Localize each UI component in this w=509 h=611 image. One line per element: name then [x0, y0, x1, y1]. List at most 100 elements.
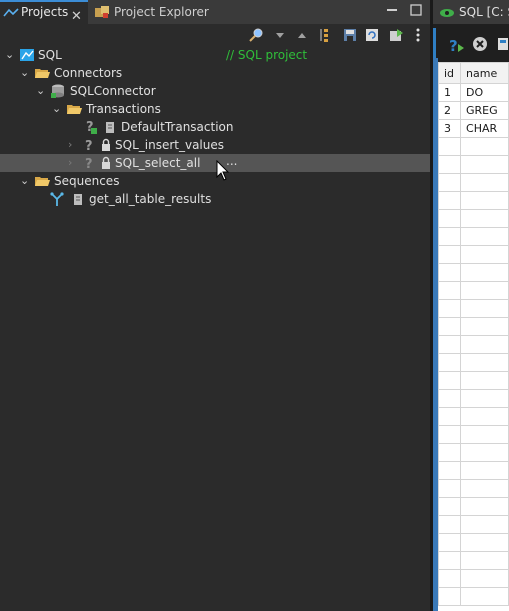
- tab-project-explorer-label: Project Explorer: [114, 5, 209, 19]
- transaction-icon: [74, 194, 82, 205]
- tab-sql-results-label: SQL [C: Se: [459, 5, 509, 19]
- tree-item-label: Sequences: [54, 174, 120, 188]
- tree-item-label: SQL_select_all: [115, 156, 201, 170]
- chevron-right-icon[interactable]: ›: [68, 136, 72, 154]
- status-unknown-icon: ?: [86, 120, 97, 135]
- tree-item-label: SQLConnector: [70, 84, 156, 98]
- chevron-up-icon[interactable]: [294, 27, 310, 43]
- chevron-down-icon[interactable]: [272, 27, 288, 43]
- empty-row: [438, 227, 509, 246]
- projects-icon: [3, 8, 19, 17]
- stop-icon[interactable]: [472, 36, 488, 52]
- table-row[interactable]: 3 CHAR: [438, 119, 509, 138]
- tree-item-sequences[interactable]: ⌄ Sequences: [0, 172, 430, 190]
- tab-projects-label: Projects: [21, 5, 69, 19]
- table-row[interactable]: 1 DO: [438, 83, 509, 102]
- tab-project-explorer[interactable]: Project Explorer: [90, 0, 310, 24]
- tree-item-defaulttransaction[interactable]: ? DefaultTransaction: [0, 118, 430, 136]
- cell-name[interactable]: DO: [460, 83, 509, 102]
- chevron-down-icon[interactable]: ⌄: [52, 100, 61, 118]
- empty-row: [438, 587, 509, 606]
- empty-row: [438, 209, 509, 228]
- empty-row: [438, 443, 509, 462]
- sql-results-panel: SQL [C: Se ? id name 1 DO 2 GREG 3 CHAR: [433, 0, 509, 611]
- sql-view-icon: [440, 9, 454, 17]
- empty-row: [438, 533, 509, 552]
- search-icon[interactable]: [248, 27, 264, 43]
- table-header-row: id name: [438, 62, 509, 84]
- svg-text:?: ?: [85, 139, 93, 153]
- export-icon[interactable]: [496, 36, 509, 52]
- refresh-icon[interactable]: [364, 27, 380, 43]
- cell-id[interactable]: 3: [438, 119, 462, 138]
- empty-row: [438, 425, 509, 444]
- project-comment: // SQL project: [226, 48, 308, 62]
- empty-row: [438, 245, 509, 264]
- empty-row: [438, 335, 509, 354]
- folder-open-icon: [35, 69, 50, 78]
- cell-id[interactable]: 2: [438, 101, 462, 120]
- view-toolbar: [0, 24, 430, 46]
- run-icon[interactable]: [388, 27, 404, 43]
- folder-open-icon: [35, 177, 50, 186]
- tree-item-label: Connectors: [54, 66, 123, 80]
- empty-row: [438, 551, 509, 570]
- empty-row: [438, 353, 509, 372]
- cell-name[interactable]: CHAR: [460, 119, 509, 138]
- transaction-icon: [106, 122, 114, 133]
- empty-row: [438, 173, 509, 192]
- cell-id[interactable]: 1: [438, 83, 462, 102]
- empty-row: [438, 191, 509, 210]
- maximize-icon[interactable]: [410, 4, 422, 19]
- more-icon[interactable]: [410, 27, 426, 43]
- tree-item-label: SQL_insert_values: [115, 138, 224, 152]
- tree-item-sql-select-all[interactable]: › ? SQL_select_all ...: [0, 154, 430, 172]
- chevron-down-icon[interactable]: ⌄: [20, 172, 29, 190]
- results-grid: id name 1 DO 2 GREG 3 CHAR: [438, 62, 509, 611]
- tree-item-sqlconnector[interactable]: ⌄ SQLConnector: [0, 82, 430, 100]
- save-icon[interactable]: [342, 27, 358, 43]
- tree-item-sql-insert-values[interactable]: › ? SQL_insert_values: [0, 136, 430, 154]
- chevron-right-icon[interactable]: ›: [68, 154, 72, 172]
- empty-row: [438, 407, 509, 426]
- svg-text:?: ?: [85, 157, 93, 171]
- tree-item-label: SQL: [38, 48, 62, 62]
- empty-row: [438, 155, 509, 174]
- svg-text:?: ?: [449, 37, 458, 54]
- table-row[interactable]: 2 GREG: [438, 101, 509, 120]
- tree-item-label: Transactions: [86, 102, 161, 116]
- empty-row: [438, 479, 509, 498]
- empty-row: [438, 389, 509, 408]
- chevron-down-icon[interactable]: ⌄: [36, 82, 45, 100]
- chevron-down-icon[interactable]: ⌄: [20, 64, 29, 82]
- tab-sql-results[interactable]: SQL [C: Se: [433, 0, 509, 24]
- project-explorer-icon: [95, 6, 109, 18]
- empty-row: [438, 299, 509, 318]
- empty-row: [438, 569, 509, 588]
- tree-item-transactions[interactable]: ⌄ Transactions: [0, 100, 430, 118]
- lock-icon: [102, 156, 110, 169]
- results-toolbar: ?: [433, 28, 509, 58]
- empty-row: [438, 281, 509, 300]
- results-table: id name 1 DO 2 GREG 3 CHAR: [438, 62, 509, 606]
- collapse-icon[interactable]: [318, 27, 334, 43]
- view-tab-bar: Projects ✕ Project Explorer: [0, 0, 430, 24]
- mouse-cursor-icon: [216, 160, 230, 181]
- tab-projects[interactable]: Projects ✕: [0, 0, 88, 24]
- tree-item-connectors[interactable]: ⌄ Connectors: [0, 64, 430, 82]
- minimize-icon[interactable]: [386, 4, 398, 19]
- status-unknown-icon: ?: [85, 139, 93, 153]
- empty-row: [438, 317, 509, 336]
- help-run-icon[interactable]: ?: [448, 36, 466, 54]
- tree-item-label: DefaultTransaction: [121, 120, 234, 134]
- folder-open-icon: [67, 105, 82, 114]
- tree-item-sql[interactable]: ⌄ SQL // SQL project: [0, 46, 430, 64]
- empty-row: [438, 137, 509, 156]
- column-header-id[interactable]: id: [438, 62, 462, 84]
- empty-row: [438, 515, 509, 534]
- column-header-name[interactable]: name: [460, 62, 509, 84]
- empty-row: [438, 497, 509, 516]
- tree-item-get-all-table-results[interactable]: get_all_table_results: [0, 190, 430, 208]
- chevron-down-icon[interactable]: ⌄: [5, 46, 14, 64]
- cell-name[interactable]: GREG: [460, 101, 509, 120]
